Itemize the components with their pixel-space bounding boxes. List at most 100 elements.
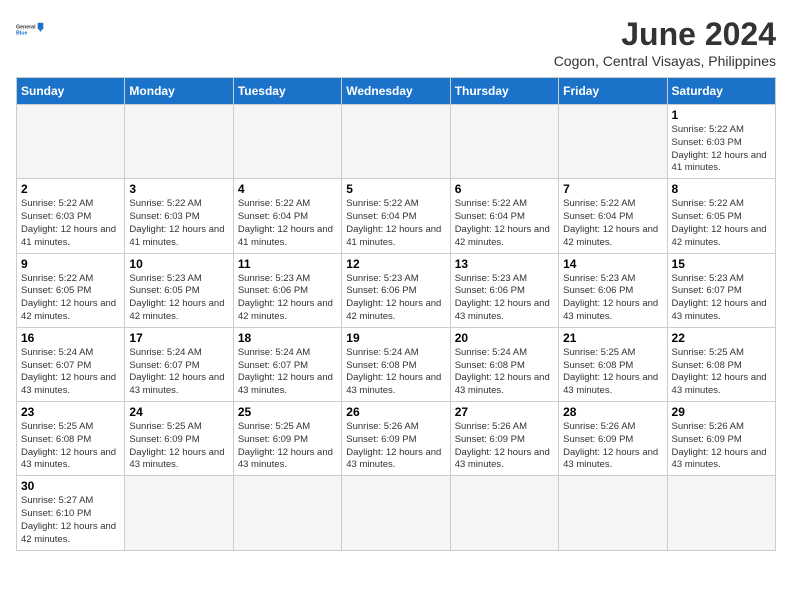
day-info: Sunrise: 5:22 AMSunset: 6:04 PMDaylight:…	[346, 198, 445, 249]
calendar-cell: 6 Sunrise: 5:22 AMSunset: 6:04 PMDaylight…	[450, 179, 558, 253]
calendar-cell: 11 Sunrise: 5:23 AMSunset: 6:06 PMDayligh…	[233, 253, 341, 327]
calendar-cell	[559, 476, 667, 550]
day-info: Sunrise: 5:23 AMSunset: 6:06 PMDaylight:…	[238, 273, 337, 324]
header-tuesday: Tuesday	[233, 78, 341, 105]
calendar: Sunday Monday Tuesday Wednesday Thursday…	[16, 77, 776, 551]
calendar-cell: 12 Sunrise: 5:23 AMSunset: 6:06 PMDayligh…	[342, 253, 450, 327]
day-info: Sunrise: 5:23 AMSunset: 6:06 PMDaylight:…	[346, 273, 445, 324]
day-number: 25	[238, 405, 337, 419]
calendar-cell: 24 Sunrise: 5:25 AMSunset: 6:09 PMDayligh…	[125, 402, 233, 476]
calendar-cell: 2Sunrise: 5:22 AMSunset: 6:03 PMDaylight…	[17, 179, 125, 253]
day-number: 10	[129, 257, 228, 271]
calendar-row: 30Sunrise: 5:27 AMSunset: 6:10 PMDayligh…	[17, 476, 776, 550]
svg-text:Blue: Blue	[16, 31, 27, 37]
day-info: Sunrise: 5:22 AMSunset: 6:03 PMDaylight:…	[129, 198, 228, 249]
calendar-cell: 23Sunrise: 5:25 AMSunset: 6:08 PMDayligh…	[17, 402, 125, 476]
calendar-cell: 17 Sunrise: 5:24 AMSunset: 6:07 PMDayligh…	[125, 327, 233, 401]
calendar-row: 16 Sunrise: 5:24 AMSunset: 6:07 PMDayligh…	[17, 327, 776, 401]
day-number: 17	[129, 331, 228, 345]
day-number: 4	[238, 182, 337, 196]
calendar-cell: 13Sunrise: 5:23 AMSunset: 6:06 PMDayligh…	[450, 253, 558, 327]
day-number: 3	[129, 182, 228, 196]
calendar-cell: 14Sunrise: 5:23 AMSunset: 6:06 PMDayligh…	[559, 253, 667, 327]
day-number: 8	[672, 182, 771, 196]
day-number: 27	[455, 405, 554, 419]
calendar-cell: 21Sunrise: 5:25 AMSunset: 6:08 PMDayligh…	[559, 327, 667, 401]
day-number: 15	[672, 257, 771, 271]
day-number: 6	[455, 182, 554, 196]
day-info: Sunrise: 5:22 AMSunset: 6:05 PMDaylight:…	[672, 198, 771, 249]
day-info: Sunrise: 5:26 AMSunset: 6:09 PMDaylight:…	[563, 421, 662, 472]
calendar-body: 1 Sunrise: 5:22 AMSunset: 6:03 PMDaylight…	[17, 105, 776, 551]
calendar-cell	[233, 476, 341, 550]
day-info: Sunrise: 5:22 AMSunset: 6:05 PMDaylight:…	[21, 273, 120, 324]
day-number: 1	[672, 108, 771, 122]
calendar-cell	[667, 476, 775, 550]
day-number: 29	[672, 405, 771, 419]
calendar-cell: 8 Sunrise: 5:22 AMSunset: 6:05 PMDaylight…	[667, 179, 775, 253]
header-monday: Monday	[125, 78, 233, 105]
calendar-cell: 7Sunrise: 5:22 AMSunset: 6:04 PMDaylight…	[559, 179, 667, 253]
day-info: Sunrise: 5:25 AMSunset: 6:08 PMDaylight:…	[672, 347, 771, 398]
logo-icon: GeneralBlue	[16, 16, 44, 44]
day-info: Sunrise: 5:23 AMSunset: 6:05 PMDaylight:…	[129, 273, 228, 324]
day-info: Sunrise: 5:25 AMSunset: 6:09 PMDaylight:…	[129, 421, 228, 472]
calendar-row: 2 Sunrise: 5:22 AMSunset: 6:03 PMDaylight…	[17, 179, 776, 253]
calendar-cell: 4 Sunrise: 5:22 AMSunset: 6:04 PMDaylight…	[233, 179, 341, 253]
day-info: Sunrise: 5:25 AMSunset: 6:09 PMDaylight:…	[238, 421, 337, 472]
day-number: 20	[455, 331, 554, 345]
calendar-cell	[125, 476, 233, 550]
weekday-header-row: Sunday Monday Tuesday Wednesday Thursday…	[17, 78, 776, 105]
calendar-cell: 9Sunrise: 5:22 AMSunset: 6:05 PMDaylight…	[17, 253, 125, 327]
day-info: Sunrise: 5:24 AMSunset: 6:07 PMDaylight:…	[238, 347, 337, 398]
calendar-cell: 3 Sunrise: 5:22 AMSunset: 6:03 PMDaylight…	[125, 179, 233, 253]
calendar-cell	[125, 105, 233, 179]
calendar-cell: 27Sunrise: 5:26 AMSunset: 6:09 PMDayligh…	[450, 402, 558, 476]
day-number: 14	[563, 257, 662, 271]
location-subtitle: Cogon, Central Visayas, Philippines	[554, 53, 776, 69]
calendar-cell: 15Sunrise: 5:23 AMSunset: 6:07 PMDayligh…	[667, 253, 775, 327]
day-number: 23	[21, 405, 120, 419]
day-number: 22	[672, 331, 771, 345]
calendar-cell	[450, 476, 558, 550]
calendar-cell: 28Sunrise: 5:26 AMSunset: 6:09 PMDayligh…	[559, 402, 667, 476]
month-title: June 2024	[554, 16, 776, 53]
day-info: Sunrise: 5:22 AMSunset: 6:04 PMDaylight:…	[238, 198, 337, 249]
calendar-cell: 16Sunrise: 5:24 AMSunset: 6:07 PMDayligh…	[17, 327, 125, 401]
header-friday: Friday	[559, 78, 667, 105]
calendar-cell	[342, 476, 450, 550]
calendar-row: 23Sunrise: 5:25 AMSunset: 6:08 PMDayligh…	[17, 402, 776, 476]
calendar-cell: 19Sunrise: 5:24 AMSunset: 6:08 PMDayligh…	[342, 327, 450, 401]
calendar-cell: 22 Sunrise: 5:25 AMSunset: 6:08 PMDayligh…	[667, 327, 775, 401]
calendar-cell	[450, 105, 558, 179]
calendar-cell: 30Sunrise: 5:27 AMSunset: 6:10 PMDayligh…	[17, 476, 125, 550]
day-info: Sunrise: 5:24 AMSunset: 6:08 PMDaylight:…	[455, 347, 554, 398]
day-info: Sunrise: 5:25 AMSunset: 6:08 PMDaylight:…	[563, 347, 662, 398]
svg-text:General: General	[16, 24, 36, 30]
header: GeneralBlue June 2024 Cogon, Central Vis…	[16, 16, 776, 69]
day-number: 19	[346, 331, 445, 345]
calendar-cell	[17, 105, 125, 179]
header-thursday: Thursday	[450, 78, 558, 105]
header-wednesday: Wednesday	[342, 78, 450, 105]
day-info: Sunrise: 5:22 AMSunset: 6:03 PMDaylight:…	[672, 124, 771, 175]
calendar-row: 9Sunrise: 5:22 AMSunset: 6:05 PMDaylight…	[17, 253, 776, 327]
calendar-row: 1 Sunrise: 5:22 AMSunset: 6:03 PMDaylight…	[17, 105, 776, 179]
calendar-cell	[559, 105, 667, 179]
calendar-cell	[342, 105, 450, 179]
day-info: Sunrise: 5:24 AMSunset: 6:07 PMDaylight:…	[129, 347, 228, 398]
day-number: 16	[21, 331, 120, 345]
day-number: 2	[21, 182, 120, 196]
day-number: 12	[346, 257, 445, 271]
day-number: 11	[238, 257, 337, 271]
calendar-cell: 1 Sunrise: 5:22 AMSunset: 6:03 PMDaylight…	[667, 105, 775, 179]
day-info: Sunrise: 5:22 AMSunset: 6:04 PMDaylight:…	[563, 198, 662, 249]
calendar-cell: 26Sunrise: 5:26 AMSunset: 6:09 PMDayligh…	[342, 402, 450, 476]
title-area: June 2024 Cogon, Central Visayas, Philip…	[554, 16, 776, 69]
calendar-cell: 5 Sunrise: 5:22 AMSunset: 6:04 PMDaylight…	[342, 179, 450, 253]
day-number: 5	[346, 182, 445, 196]
day-info: Sunrise: 5:22 AMSunset: 6:04 PMDaylight:…	[455, 198, 554, 249]
day-number: 24	[129, 405, 228, 419]
calendar-cell: 29Sunrise: 5:26 AMSunset: 6:09 PMDayligh…	[667, 402, 775, 476]
day-info: Sunrise: 5:27 AMSunset: 6:10 PMDaylight:…	[21, 495, 120, 546]
